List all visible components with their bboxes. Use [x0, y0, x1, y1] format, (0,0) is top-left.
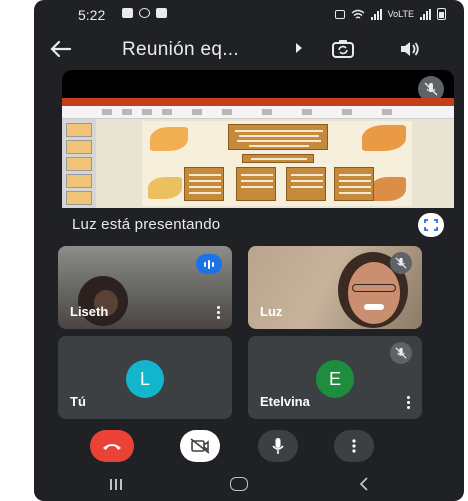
slide-thumbnail	[66, 123, 92, 137]
home-icon[interactable]	[230, 477, 248, 491]
diagram-box	[184, 167, 224, 201]
leaf-decoration	[148, 177, 182, 199]
participant-tile-luz[interactable]: Luz	[248, 246, 422, 329]
diagram-box	[242, 154, 314, 163]
notification-icons	[122, 8, 167, 18]
arrow-left-icon[interactable]	[48, 36, 74, 62]
avatar-letter: E	[328, 368, 341, 389]
participant-name: Tú	[70, 394, 86, 409]
camera-toggle-button[interactable]	[180, 430, 220, 462]
more-vert-icon[interactable]	[217, 306, 220, 319]
leaf-decoration	[150, 127, 188, 151]
volte-label: VoLTE	[387, 9, 414, 19]
diagram-box	[228, 124, 328, 150]
phone-screen: 5:22 VoLTE Reunión eq... Luz está presen…	[34, 0, 464, 501]
slide-canvas	[142, 121, 412, 206]
diagram-box	[236, 167, 276, 201]
fullscreen-icon	[424, 219, 438, 231]
participant-name: Liseth	[70, 304, 109, 319]
speaking-indicator-icon	[196, 254, 222, 274]
meeting-header: Reunión eq...	[34, 30, 464, 68]
phone-hangup-icon	[103, 444, 121, 450]
battery-icon	[437, 8, 446, 20]
expand-details-icon[interactable]	[296, 43, 302, 53]
app-notification-icon	[156, 8, 167, 18]
system-navigation-bar	[34, 470, 464, 501]
status-time: 5:22	[78, 7, 106, 23]
app-ribbon	[62, 106, 454, 119]
more-vert-icon[interactable]	[407, 396, 410, 409]
signal-icon	[370, 8, 382, 20]
avatar: E	[316, 360, 354, 398]
camera-off-icon	[190, 438, 210, 454]
presenter-bar: Luz está presentando	[62, 208, 454, 242]
alarm-icon	[334, 9, 345, 19]
glasses	[352, 284, 396, 292]
system-icons: VoLTE	[334, 8, 446, 20]
wifi-icon	[351, 9, 365, 19]
participant-name: Etelvina	[260, 394, 310, 409]
participant-face	[348, 262, 400, 324]
diagram-box	[334, 167, 374, 201]
presentation-panel[interactable]: Luz está presentando	[62, 70, 454, 242]
camera-switch-icon[interactable]	[330, 36, 356, 62]
avatar-letter: L	[139, 368, 150, 389]
slide-thumbnail	[66, 191, 92, 205]
recent-apps-icon[interactable]	[110, 479, 122, 490]
microphone-button[interactable]	[258, 430, 298, 462]
diagram-box	[286, 167, 326, 201]
participant-tile-etelvina[interactable]: E Etelvina	[248, 336, 422, 419]
signal-icon-2	[420, 8, 431, 20]
back-icon[interactable]	[356, 476, 372, 492]
participant-name: Luz	[260, 304, 283, 319]
slide-thumbnail	[66, 174, 92, 188]
participant-tile-you[interactable]: L Tú	[58, 336, 232, 419]
more-options-button[interactable]	[334, 430, 374, 462]
shared-screen	[62, 98, 454, 208]
fullscreen-button[interactable]	[418, 213, 444, 237]
avatar: L	[126, 360, 164, 398]
slide-thumbnail	[66, 140, 92, 154]
more-vert-icon	[352, 439, 356, 453]
gallery-icon	[122, 8, 133, 18]
participant-tile-liseth[interactable]: Liseth	[58, 246, 232, 329]
hangup-button[interactable]	[90, 430, 134, 462]
slide-thumbnail	[66, 157, 92, 171]
presenter-label: Luz está presentando	[72, 216, 221, 233]
mic-off-icon	[390, 252, 412, 274]
mic-icon	[272, 438, 284, 454]
meeting-title[interactable]: Reunión eq...	[122, 39, 239, 61]
sync-icon	[139, 8, 150, 18]
speaker-icon[interactable]	[398, 37, 422, 61]
participant-smile	[364, 304, 384, 310]
status-bar: 5:22 VoLTE	[34, 0, 464, 28]
mic-off-icon	[390, 342, 412, 364]
app-menu-bar	[62, 98, 454, 106]
slide-thumbnails	[62, 119, 96, 208]
leaf-decoration	[362, 125, 406, 151]
leaf-decoration	[370, 177, 406, 201]
